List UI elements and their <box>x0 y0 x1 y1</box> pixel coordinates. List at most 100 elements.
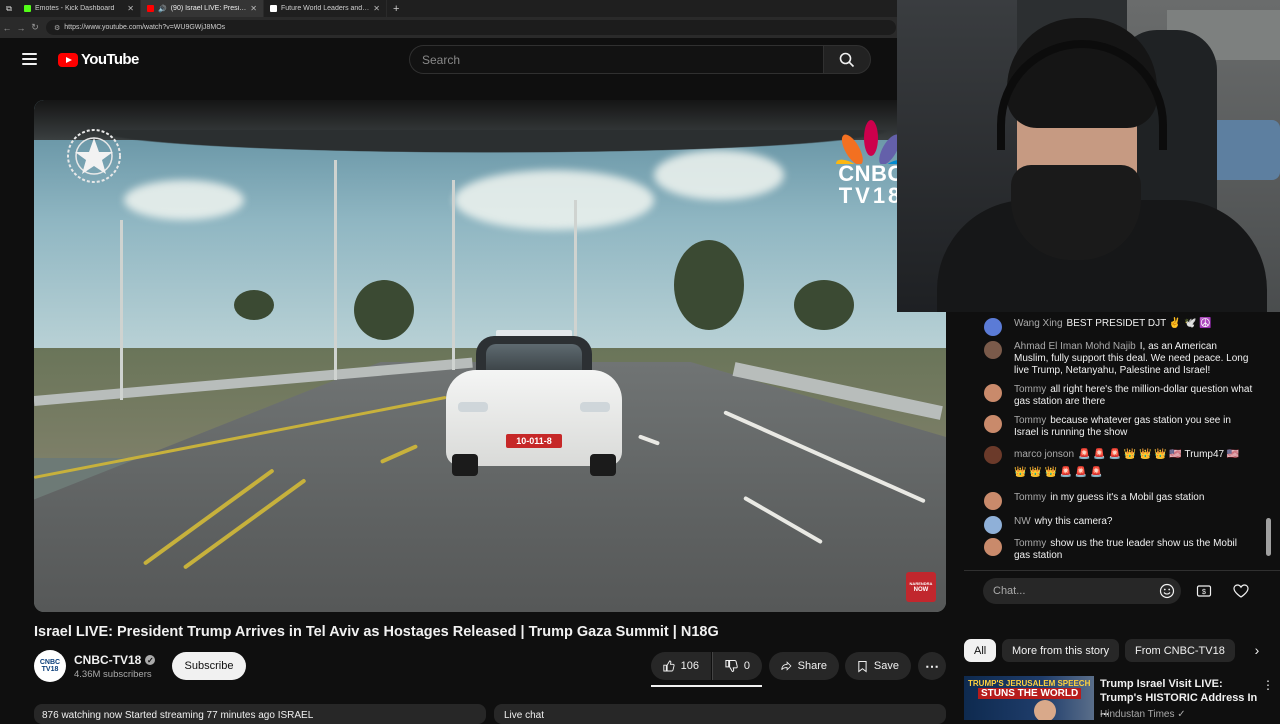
video-player[interactable]: 10-011-8 CNBC TV18 NARENDRA NOW <box>34 100 946 612</box>
chat-avatar[interactable] <box>984 492 1002 510</box>
youtube-logo[interactable]: YouTube <box>58 51 139 68</box>
video-tree <box>234 290 274 320</box>
emoji-icon <box>1159 583 1175 599</box>
chat-scrollbar[interactable] <box>1266 518 1271 556</box>
menu-icon[interactable] <box>22 53 37 65</box>
share-button[interactable]: Share <box>769 652 839 680</box>
browser-tab-youtube[interactable]: 🔊 (90) Israel LIVE: President Tru ✕ <box>141 0 264 17</box>
wheel <box>452 454 478 476</box>
emblem-logo <box>67 129 121 183</box>
dislike-count: 0 <box>743 660 750 672</box>
channel-avatar[interactable]: CNBC TV18 <box>34 650 66 682</box>
recommended-thumbnail[interactable]: TRUMP'S JERUSALEM SPEECH STUNS THE WORLD <box>964 676 1094 720</box>
reload-icon[interactable]: ↻ <box>28 22 42 33</box>
close-tab-icon[interactable]: ✕ <box>250 4 257 13</box>
site-info-icon[interactable]: ⚙ <box>54 24 60 32</box>
chat-text: because whatever gas station you see in … <box>1014 415 1231 438</box>
recommended-channel[interactable]: Hindustan Times ✓ <box>1100 709 1186 720</box>
super-chat-button[interactable]: $ <box>1194 581 1214 601</box>
chip-from-cnbc-tv18[interactable]: From CNBC-TV18 <box>1125 639 1235 662</box>
headlight <box>458 402 488 412</box>
url-field[interactable]: ⚙ https://www.youtube.com/watch?v=WU9GWj… <box>46 20 896 35</box>
back-icon[interactable]: ← <box>0 23 14 33</box>
thumbs-up-icon <box>663 660 675 672</box>
chat-author[interactable]: NW <box>1014 516 1031 527</box>
chat-author[interactable]: marco jonson <box>1014 449 1074 460</box>
wheel <box>590 454 616 476</box>
chat-message: NW why this camera? <box>984 516 1254 534</box>
chat-avatar[interactable] <box>984 516 1002 534</box>
chat-avatar[interactable] <box>984 446 1002 464</box>
chip-all[interactable]: All <box>964 639 997 662</box>
tiktok-favicon-icon <box>270 5 277 12</box>
thumbnail-person <box>1034 700 1056 720</box>
subscribe-button[interactable]: Subscribe <box>172 652 246 680</box>
description-box[interactable]: 876 watching now Started streaming 77 mi… <box>34 704 486 724</box>
car-body <box>446 370 622 466</box>
heart-button[interactable] <box>1231 581 1251 601</box>
youtube-play-icon <box>58 52 78 67</box>
chat-avatar[interactable] <box>984 341 1002 359</box>
chat-author[interactable]: Tommy <box>1014 492 1046 503</box>
forward-icon[interactable]: → <box>14 23 28 33</box>
speaker-icon[interactable]: 🔊 <box>158 5 167 13</box>
chat-text: BEST PRESIDET DJT ✌️ 🕊️ ☮️ <box>1066 318 1212 329</box>
kick-favicon-icon <box>24 5 31 12</box>
live-chat-header[interactable]: Live chat <box>494 704 946 724</box>
video-cloud <box>124 180 244 220</box>
chat-author[interactable]: Tommy <box>1014 538 1046 549</box>
chat-author[interactable]: Tommy <box>1014 384 1046 395</box>
share-label: Share <box>797 660 827 672</box>
badge-text: NARENDRA <box>909 581 933 586</box>
close-tab-icon[interactable]: ✕ <box>373 4 380 13</box>
emoji-button[interactable] <box>1157 581 1177 601</box>
chat-avatar[interactable] <box>984 318 1002 336</box>
search-icon <box>839 52 855 67</box>
like-button[interactable]: 106 <box>651 652 711 680</box>
headlight <box>580 402 610 412</box>
chat-input[interactable]: Chat... <box>983 578 1181 604</box>
chat-message: Ahmad El Iman Mohd Najib I, as an America… <box>984 341 1254 377</box>
chat-avatar[interactable] <box>984 415 1002 433</box>
super-chat-icon: $ <box>1196 585 1212 597</box>
chevron-right-icon[interactable]: › <box>1248 641 1266 659</box>
chip-more-from-this-story[interactable]: More from this story <box>1002 639 1120 662</box>
dislike-button[interactable]: 0 <box>712 652 762 680</box>
thumbnail-text: TRUMP'S JERUSALEM SPEECH <box>968 679 1091 688</box>
thumbnail-text: STUNS THE WORLD <box>978 688 1082 699</box>
chat-text: why this camera? <box>1034 516 1113 527</box>
browser-tab-kick[interactable]: Emotes - Kick Dashboard ✕ <box>18 0 141 17</box>
verified-icon: ✓ <box>145 655 156 665</box>
youtube-masthead: YouTube Search <box>0 38 960 82</box>
more-actions-button[interactable]: ⋯ <box>918 652 946 680</box>
chat-author[interactable]: Wang Xing <box>1014 318 1063 329</box>
new-tab-button[interactable]: + <box>387 3 405 15</box>
share-icon <box>781 661 792 671</box>
close-tab-icon[interactable]: ✕ <box>127 4 134 13</box>
tab-title: (90) Israel LIVE: President Tru <box>170 5 247 12</box>
chat-author[interactable]: Ahmad El Iman Mohd Najib <box>1014 341 1136 352</box>
chat-author[interactable]: Tommy <box>1014 415 1046 426</box>
streamer-webcam <box>897 0 1280 312</box>
chat-message: Tommy in my guess it's a Mobil gas statio… <box>984 492 1254 510</box>
chat-avatar[interactable] <box>984 538 1002 556</box>
police-car: 10-011-8 <box>446 330 622 476</box>
search-button[interactable] <box>823 45 871 74</box>
more-vert-icon[interactable]: ⋮ <box>1262 678 1274 692</box>
window-menu-icon[interactable]: ⧉ <box>0 0 18 17</box>
save-label: Save <box>873 660 899 672</box>
tab-title: Emotes - Kick Dashboard <box>35 5 115 12</box>
search-input[interactable]: Search <box>409 45 823 74</box>
thumbs-down-icon <box>725 659 738 673</box>
avatar-text: TV18 <box>41 666 59 673</box>
chat-text: in my guess it's a Mobil gas station <box>1050 492 1205 503</box>
avatar-text: CNBC <box>39 659 61 666</box>
browser-tab-tiktok[interactable]: Future World Leaders and Their F ✕ <box>264 0 387 17</box>
channel-name[interactable]: CNBC-TV18 ✓ <box>74 653 156 667</box>
license-plate: 10-011-8 <box>506 434 562 448</box>
chat-message: Tommy show us the true leader show us the… <box>984 538 1254 562</box>
search-placeholder: Search <box>422 52 461 67</box>
chat-avatar[interactable] <box>984 384 1002 402</box>
save-button[interactable]: Save <box>845 652 911 680</box>
like-ratio-bar <box>651 685 762 687</box>
